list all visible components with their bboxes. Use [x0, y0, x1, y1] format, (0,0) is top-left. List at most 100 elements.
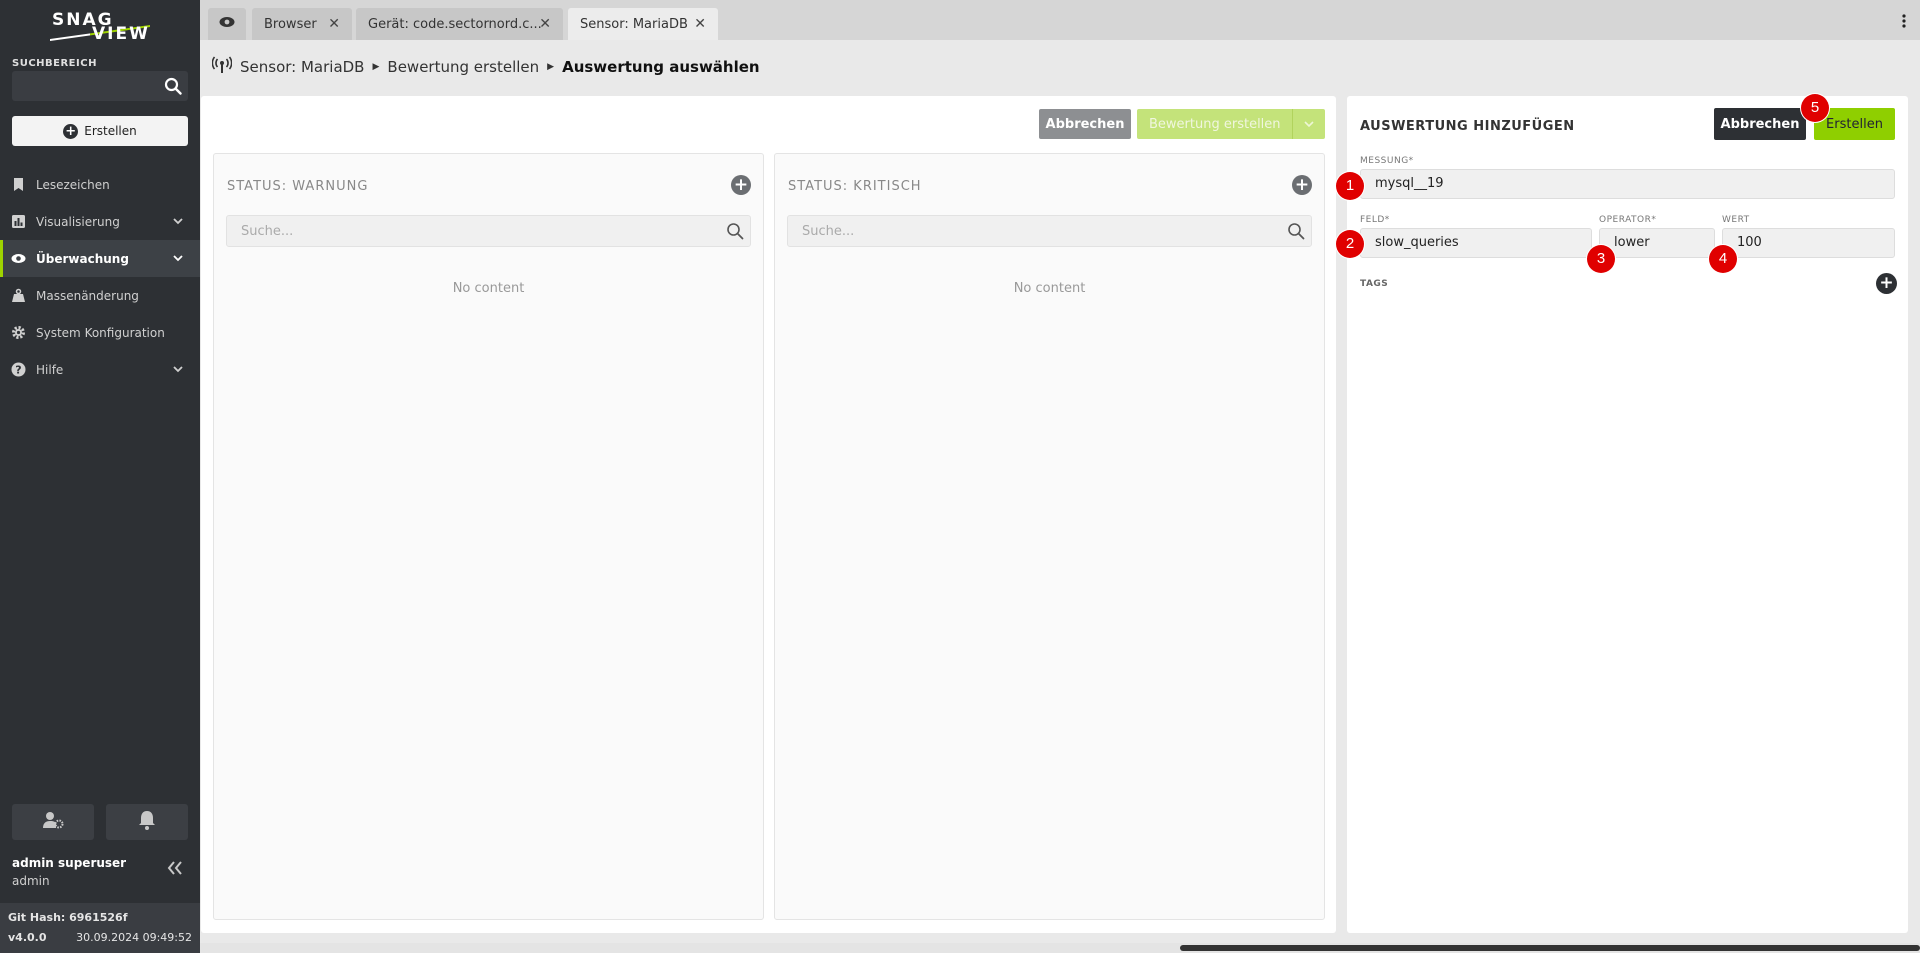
- wert-label: WERT: [1722, 215, 1750, 225]
- sidebar-footer: Git Hash: 6961526f v4.0.0 30.09.2024 09:…: [0, 903, 200, 953]
- bookmark-icon: [11, 177, 26, 192]
- evaluation-panel: Abbrechen Bewertung erstellen STATUS: WA…: [201, 96, 1336, 933]
- critical-search-input[interactable]: Suche...: [787, 215, 1312, 247]
- search-icon[interactable]: [164, 77, 182, 99]
- tab-label: Browser: [264, 16, 317, 32]
- sidebar-item-ueberwachung[interactable]: Überwachung: [0, 240, 200, 277]
- annotation-marker-3: 3: [1587, 245, 1615, 273]
- help-icon: ?: [11, 362, 26, 377]
- caret-right-icon: ▶: [372, 62, 380, 72]
- version: v4.0.0: [8, 931, 47, 944]
- sidebar-item-label: Hilfe: [36, 362, 64, 377]
- chevron-down-icon[interactable]: [172, 252, 184, 267]
- tab-label: Gerät: code.sectornord.c...: [368, 16, 542, 32]
- sidebar-item-label: System Konfiguration: [36, 325, 165, 340]
- bell-icon: [138, 810, 156, 834]
- status-critical-column: STATUS: KRITISCH + Suche... No content: [774, 153, 1325, 920]
- search-icon[interactable]: [1287, 222, 1305, 244]
- chart-icon: [11, 214, 26, 229]
- snagview-logo[interactable]: SNAG VIEW: [50, 10, 150, 46]
- sidebar-item-label: Lesezeichen: [36, 177, 110, 192]
- create-evaluation-button[interactable]: Bewertung erstellen: [1137, 109, 1325, 139]
- eye-icon: [219, 16, 235, 32]
- breadcrumb-bewertung[interactable]: Bewertung erstellen: [387, 58, 539, 76]
- messung-label: MESSUNG*: [1360, 156, 1414, 166]
- git-hash: Git Hash: 6961526f: [8, 911, 128, 924]
- breadcrumb-current: Auswertung auswählen: [562, 58, 760, 76]
- eye-icon: [11, 251, 26, 266]
- annotation-marker-4: 4: [1709, 245, 1737, 273]
- sidebar-search-input[interactable]: [12, 71, 188, 101]
- add-warning-button[interactable]: +: [731, 175, 751, 195]
- sidebar-item-label: Überwachung: [36, 251, 129, 266]
- chevron-down-icon[interactable]: [172, 215, 184, 230]
- more-vertical-icon[interactable]: [1902, 14, 1906, 32]
- user-gear-icon: [42, 811, 64, 833]
- feld-label: FELD*: [1360, 215, 1390, 225]
- cancel-button[interactable]: Abbrechen: [1039, 109, 1131, 139]
- create-evaluation-label: Bewertung erstellen: [1149, 116, 1281, 132]
- close-icon[interactable]: ✕: [694, 16, 706, 32]
- double-chevron-left-icon[interactable]: [166, 860, 184, 880]
- create-button-label: Erstellen: [84, 124, 137, 138]
- sidebar: SNAG VIEW SUCHBEREICH + Erstellen Leseze…: [0, 0, 200, 953]
- weight-icon: [11, 288, 26, 303]
- sidebar-create-button[interactable]: + Erstellen: [12, 116, 188, 146]
- chevron-down-icon[interactable]: [1292, 109, 1325, 139]
- close-icon[interactable]: ✕: [328, 16, 340, 32]
- panel-title: AUSWERTUNG HINZUFÜGEN: [1360, 119, 1575, 134]
- sidebar-item-visualisierung[interactable]: Visualisierung: [0, 203, 200, 240]
- breadcrumb: Sensor: MariaDB ▶ Bewertung erstellen ▶ …: [211, 56, 760, 78]
- status-warning-column: STATUS: WARNUNG + Suche... No content: [213, 153, 764, 920]
- user-settings-button[interactable]: [12, 804, 94, 840]
- sidebar-item-system-konfiguration[interactable]: System Konfiguration: [0, 314, 200, 351]
- breadcrumb-sensor[interactable]: Sensor: MariaDB: [240, 58, 364, 76]
- messung-field[interactable]: mysql__19: [1360, 169, 1895, 199]
- search-label: SUCHBEREICH: [12, 58, 97, 69]
- tab-browser[interactable]: Browser ✕: [252, 8, 352, 40]
- sidebar-item-lesezeichen[interactable]: Lesezeichen: [0, 166, 200, 203]
- annotation-marker-2: 2: [1336, 230, 1364, 258]
- caret-right-icon: ▶: [547, 62, 555, 72]
- tab-sensor-mariadb[interactable]: Sensor: MariaDB ✕: [568, 8, 718, 40]
- sidebar-item-label: Visualisierung: [36, 214, 120, 229]
- sidebar-item-massenaenderung[interactable]: Massenänderung: [0, 277, 200, 314]
- column-title: STATUS: KRITISCH: [788, 179, 922, 194]
- add-critical-button[interactable]: +: [1292, 175, 1312, 195]
- build-datetime: 30.09.2024 09:49:52: [76, 931, 192, 944]
- annotation-marker-1: 1: [1336, 172, 1364, 200]
- annotation-marker-5: 5: [1801, 94, 1829, 122]
- svg-text:?: ?: [15, 364, 21, 377]
- search-placeholder: Suche...: [802, 224, 855, 239]
- operator-label: OPERATOR*: [1599, 215, 1657, 225]
- plus-icon: +: [63, 123, 79, 139]
- empty-state: No content: [1013, 281, 1086, 296]
- cancel-button[interactable]: Abbrechen: [1714, 108, 1806, 140]
- scrollbar-thumb[interactable]: [1180, 945, 1920, 951]
- empty-state: No content: [452, 281, 525, 296]
- gear-icon: [11, 325, 26, 340]
- close-icon[interactable]: ✕: [539, 16, 551, 32]
- tab-bar: Browser ✕ Gerät: code.sectornord.c... ✕ …: [200, 0, 1920, 40]
- tab-geraet[interactable]: Gerät: code.sectornord.c... ✕: [356, 8, 563, 40]
- horizontal-scrollbar[interactable]: [200, 943, 1920, 953]
- tab-overview[interactable]: [208, 8, 246, 40]
- tab-label: Sensor: MariaDB: [580, 16, 688, 32]
- user-role: admin: [12, 874, 50, 888]
- column-title: STATUS: WARNUNG: [227, 179, 369, 194]
- warning-search-input[interactable]: Suche...: [226, 215, 751, 247]
- operator-select[interactable]: lower: [1599, 228, 1715, 258]
- feld-field[interactable]: slow_queries: [1360, 228, 1592, 258]
- wert-field[interactable]: 100: [1722, 228, 1895, 258]
- add-tag-button[interactable]: +: [1876, 273, 1897, 294]
- tags-label: TAGS: [1360, 279, 1389, 289]
- chevron-down-icon[interactable]: [172, 363, 184, 378]
- user-name: admin superuser: [12, 856, 127, 870]
- notifications-button[interactable]: [106, 804, 188, 840]
- antenna-icon: [211, 56, 233, 78]
- sidebar-item-label: Massenänderung: [36, 288, 139, 303]
- sidebar-item-hilfe[interactable]: ? Hilfe: [0, 351, 200, 388]
- add-evaluation-panel: AUSWERTUNG HINZUFÜGEN Abbrechen Erstelle…: [1347, 96, 1908, 933]
- search-icon[interactable]: [726, 222, 744, 244]
- sidebar-nav: Lesezeichen Visualisierung Überwachung M…: [0, 166, 200, 388]
